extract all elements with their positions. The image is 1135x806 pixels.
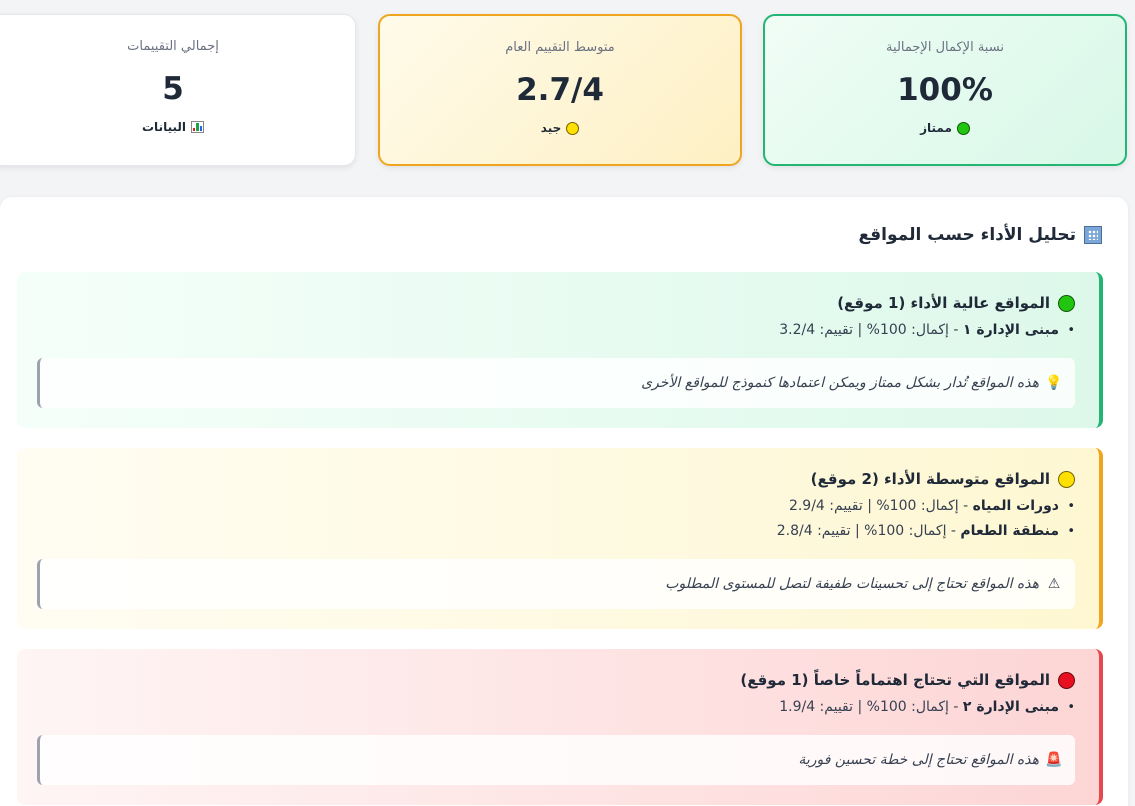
high-performance-title-text: المواقع عالية الأداء (1 موقع) [837, 294, 1050, 312]
building-icon [1084, 226, 1102, 244]
average-rating-value: 2.7/4 [516, 72, 604, 108]
site-details: - إكمال: 100% | تقييم: 1.9/4 [779, 699, 963, 715]
site-details: - إكمال: 100% | تقييم: 3.2/4 [779, 322, 963, 338]
completion-rate-label: نسبة الإكمال الإجمالية [886, 40, 1004, 55]
site-name: مبنى الإدارة ١ [962, 322, 1059, 338]
high-performance-site-list: مبنى الإدارة ١ - إكمال: 100% | تقييم: 3.… [779, 318, 1075, 343]
average-rating-card: متوسط التقييم العام 2.7/4 جيد [378, 14, 742, 166]
total-evaluations-label: إجمالي التقييمات [127, 39, 219, 54]
medium-performance-note-text: هذه المواقع تحتاج إلى تحسينات طفيفة لتصل… [665, 576, 1039, 592]
high-performance-note: 💡 هذه المواقع تُدار بشكل ممتاز ويمكن اعت… [37, 358, 1075, 408]
yellow-circle-icon [566, 121, 580, 135]
site-name: دورات المياه [972, 498, 1059, 514]
low-performance-note: 🚨 هذه المواقع تحتاج إلى خطة تحسين فورية [37, 735, 1075, 785]
total-evaluations-card: إجمالي التقييمات 5 البيانات [0, 14, 356, 166]
medium-performance-title: المواقع متوسطة الأداء (2 موقع) [811, 470, 1075, 488]
average-rating-badge-text: جيد [540, 121, 562, 135]
medium-performance-title-text: المواقع متوسطة الأداء (2 موقع) [810, 470, 1050, 488]
site-details: - إكمال: 100% | تقييم: 2.9/4 [788, 498, 973, 514]
total-evaluations-value: 5 [162, 71, 184, 107]
alarm-light-icon: 🚨 [1045, 752, 1063, 768]
warning-icon: ⚠ [1047, 576, 1061, 592]
total-evaluations-badge: البيانات [0, 120, 355, 134]
green-circle-icon [956, 121, 970, 135]
medium-performance-group: المواقع متوسطة الأداء (2 موقع) دورات الم… [17, 448, 1103, 629]
panel-title-text: تحليل الأداء حسب المواقع [858, 225, 1076, 245]
high-performance-title: المواقع عالية الأداء (1 موقع) [837, 294, 1075, 312]
bar-chart-icon [191, 121, 204, 133]
site-name: منطقة الطعام [960, 523, 1059, 539]
average-rating-badge: جيد [380, 121, 740, 135]
total-evaluations-badge-text: البيانات [142, 120, 186, 134]
low-performance-title: المواقع التي تحتاج اهتماماً خاصاً (1 موق… [740, 671, 1075, 689]
completion-rate-badge-text: ممتاز [920, 121, 952, 135]
list-item: دورات المياه - إكمال: 100% | تقييم: 2.9/… [777, 494, 1075, 519]
completion-rate-card: نسبة الإكمال الإجمالية 100% ممتاز [763, 14, 1127, 166]
site-performance-panel: تحليل الأداء حسب المواقع المواقع عالية ا… [0, 197, 1128, 806]
list-item: مبنى الإدارة ١ - إكمال: 100% | تقييم: 3.… [779, 318, 1075, 343]
site-details: - إكمال: 100% | تقييم: 2.8/4 [776, 523, 961, 539]
green-circle-icon [1058, 294, 1075, 312]
low-performance-title-text: المواقع التي تحتاج اهتماماً خاصاً (1 موق… [740, 671, 1050, 689]
lightbulb-icon: 💡 [1045, 375, 1063, 391]
list-item: مبنى الإدارة ٢ - إكمال: 100% | تقييم: 1.… [779, 695, 1075, 720]
medium-performance-site-list: دورات المياه - إكمال: 100% | تقييم: 2.9/… [776, 494, 1076, 544]
high-performance-group: المواقع عالية الأداء (1 موقع) مبنى الإدا… [17, 272, 1103, 428]
panel-title: تحليل الأداء حسب المواقع [858, 225, 1102, 245]
completion-rate-value: 100% [897, 72, 993, 108]
site-name: مبنى الإدارة ٢ [962, 699, 1059, 715]
high-performance-note-text: هذه المواقع تُدار بشكل ممتاز ويمكن اعتما… [641, 375, 1039, 391]
completion-rate-badge: ممتاز [765, 121, 1125, 135]
low-performance-group: المواقع التي تحتاج اهتماماً خاصاً (1 موق… [17, 649, 1103, 805]
red-circle-icon [1058, 671, 1075, 689]
list-item: منطقة الطعام - إكمال: 100% | تقييم: 2.8/… [776, 519, 1076, 544]
medium-performance-note: ⚠ هذه المواقع تحتاج إلى تحسينات طفيفة لت… [37, 559, 1075, 609]
average-rating-label: متوسط التقييم العام [505, 40, 615, 55]
low-performance-site-list: مبنى الإدارة ٢ - إكمال: 100% | تقييم: 1.… [779, 695, 1075, 720]
yellow-circle-icon [1058, 470, 1075, 488]
low-performance-note-text: هذه المواقع تحتاج إلى خطة تحسين فورية [798, 752, 1039, 768]
